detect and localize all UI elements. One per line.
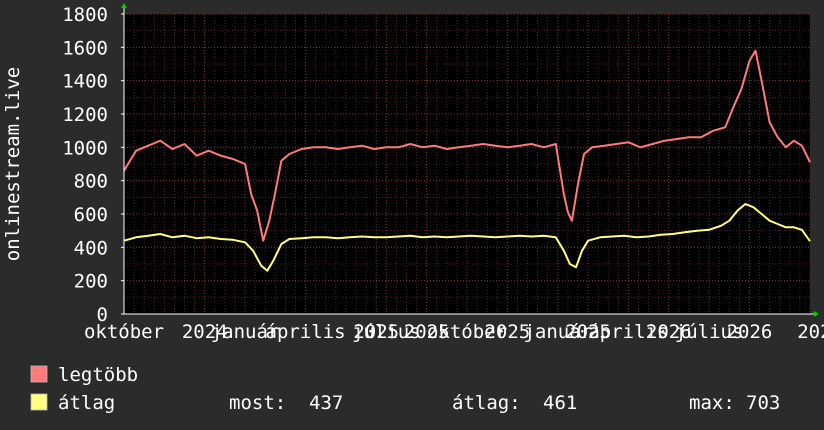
x-tick-label: 2026 xyxy=(727,321,773,343)
x-tick-label: április xyxy=(266,321,346,343)
x-tick-label: október xyxy=(84,321,164,343)
legend-label-atlag: átlag xyxy=(58,392,115,414)
stat-atlag-value: 461 xyxy=(543,392,577,414)
y-tick-label: 1800 xyxy=(62,4,108,26)
stat-max-value: 703 xyxy=(746,392,780,414)
y-tick-label: 1400 xyxy=(62,71,108,93)
stats-row: most: 437 átlag: 461 max: 703 xyxy=(229,392,780,414)
y-tick-label: 1200 xyxy=(62,104,108,126)
stat-max-label: max: xyxy=(689,392,735,414)
legend-swatch-atlag xyxy=(30,393,48,411)
x-tick-label: 2026 xyxy=(797,321,824,343)
y-axis-label: onlinestream.live xyxy=(2,67,24,261)
y-tick-label: 1600 xyxy=(62,37,108,59)
y-tick-label: 400 xyxy=(74,237,108,259)
x-tick-labels: október 2024januáráprilis 2025július2025ok… xyxy=(84,321,824,343)
stat-most-value: 437 xyxy=(309,392,343,414)
y-tick-label: 200 xyxy=(74,271,108,293)
y-tick-label: 600 xyxy=(74,204,108,226)
legend-swatch-legtobb xyxy=(30,365,48,383)
legend-label-legtobb: legtöbb xyxy=(58,364,138,386)
y-tick-label: 800 xyxy=(74,171,108,193)
stat-most-label: most: xyxy=(229,392,286,414)
stat-atlag-label: átlag: xyxy=(452,392,521,414)
chart-root: 0 200 400 600 800 1000 1200 1400 1600 1800 októbe… xyxy=(0,0,824,430)
chart-svg: 020040060080010001200140016001800 októbe… xyxy=(0,0,824,430)
y-tick-label: 1000 xyxy=(62,137,108,159)
